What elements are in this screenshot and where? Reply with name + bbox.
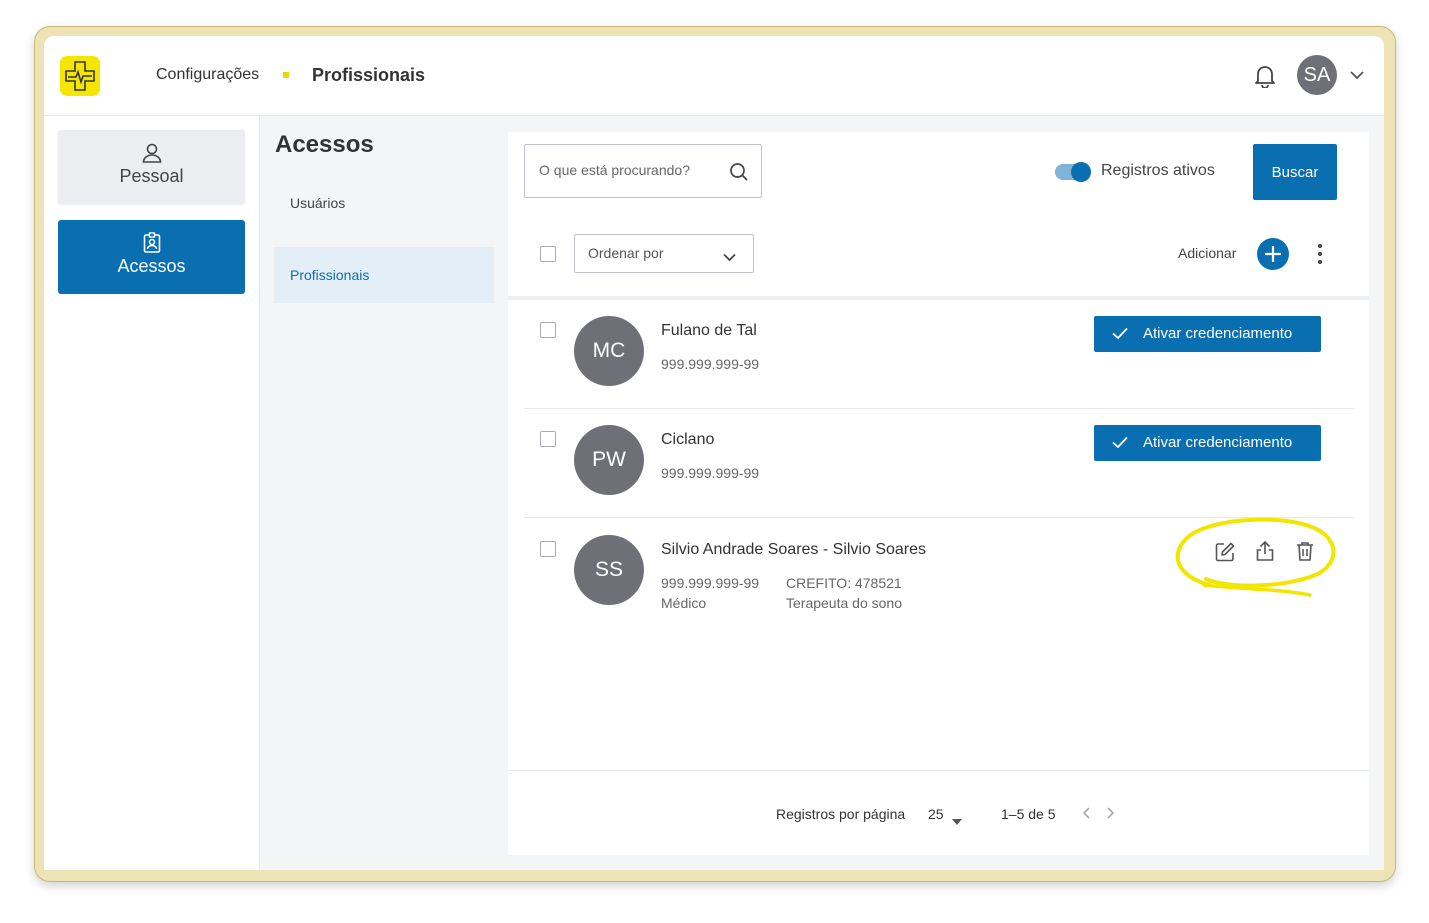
add-button[interactable] [1257,238,1289,270]
activate-credential-button[interactable]: Ativar credenciamento [1094,425,1321,461]
sidebar-item-label: Acessos [117,256,186,276]
footer-divider [508,770,1369,771]
rows-per-page-label: Registros por página [776,806,906,822]
professional-document: 999.999.999-99 [661,356,760,372]
row-checkbox[interactable] [540,541,556,557]
app-logo-icon[interactable] [60,56,100,96]
more-options-icon[interactable] [1314,240,1326,268]
search-input[interactable] [537,161,721,179]
avatar: MC [574,316,644,386]
row-checkbox[interactable] [540,322,556,338]
professional-document: 999.999.999-99 [661,465,760,481]
professional-crefito: CREFITO: 478521 [786,575,902,591]
list-item: PW Ciclano 999.999.999-99 Ativar credenc… [524,409,1354,518]
active-records-label: Registros ativos [1101,162,1215,179]
professional-specialty: Terapeuta do sono [786,595,902,611]
left-sidebar: Pessoal Acessos [44,116,260,870]
sidebar-item-pessoal[interactable]: Pessoal [58,130,245,204]
sub-navigation: Acessos Usuários Profissionais [260,116,508,870]
active-records-toggle[interactable] [1055,162,1091,182]
search-button[interactable]: Buscar [1253,144,1337,200]
user-avatar[interactable]: SA [1297,55,1337,95]
subnav-item-usuarios[interactable]: Usuários [274,175,494,231]
chevron-down-icon [723,249,736,262]
next-page-icon[interactable] [1105,806,1115,820]
plus-icon [1265,246,1281,262]
avatar: PW [574,425,644,495]
caret-down-icon[interactable] [952,812,962,825]
top-bar: Configurações Profissionais SA [44,36,1384,116]
sidebar-item-acessos[interactable]: Acessos [58,220,245,294]
professional-name: Ciclano [661,431,715,448]
rows-per-page-select[interactable]: 25 [928,806,944,822]
main-panel: Registros ativos Buscar Ordenar por Adic… [508,132,1369,855]
search-field[interactable] [524,144,762,198]
section-title: Acessos [275,131,374,158]
sort-dropdown-label: Ordenar por [588,245,664,261]
button-label: Ativar credenciamento [1143,325,1293,342]
sidebar-item-label: Pessoal [119,166,184,186]
button-label: Ativar credenciamento [1143,434,1293,451]
highlight-annotation [1175,517,1336,597]
add-label: Adicionar [1178,245,1237,261]
sort-dropdown[interactable]: Ordenar por [574,234,754,273]
toggle-knob [1071,162,1091,182]
activate-credential-button[interactable]: Ativar credenciamento [1094,316,1321,352]
professional-document: 999.999.999-99 [661,575,760,591]
page-title: Profissionais [312,65,426,85]
chevron-down-icon[interactable] [1350,67,1364,80]
app-window: Configurações Profissionais SA Pessoal A… [44,36,1384,870]
subnav-item-profissionais[interactable]: Profissionais [274,247,494,303]
avatar: SS [574,535,644,605]
breadcrumb-separator [283,72,289,78]
professional-role: Médico [661,595,707,611]
check-icon [1112,327,1128,340]
row-checkbox[interactable] [540,431,556,447]
previous-page-icon[interactable] [1082,806,1092,820]
badge-icon [141,232,163,254]
select-all-checkbox[interactable] [540,246,556,262]
breadcrumb-parent[interactable]: Configurações [156,66,259,84]
search-icon[interactable] [729,162,749,182]
user-icon [141,142,163,164]
professional-name: Silvio Andrade Soares - Silvio Soares [661,541,927,558]
check-icon [1112,436,1128,449]
professional-name: Fulano de Tal [661,322,757,339]
notification-bell-icon[interactable] [1254,64,1276,89]
pagination-range: 1–5 de 5 [1001,806,1056,822]
list-item: MC Fulano de Tal 999.999.999-99 Ativar c… [524,300,1354,409]
